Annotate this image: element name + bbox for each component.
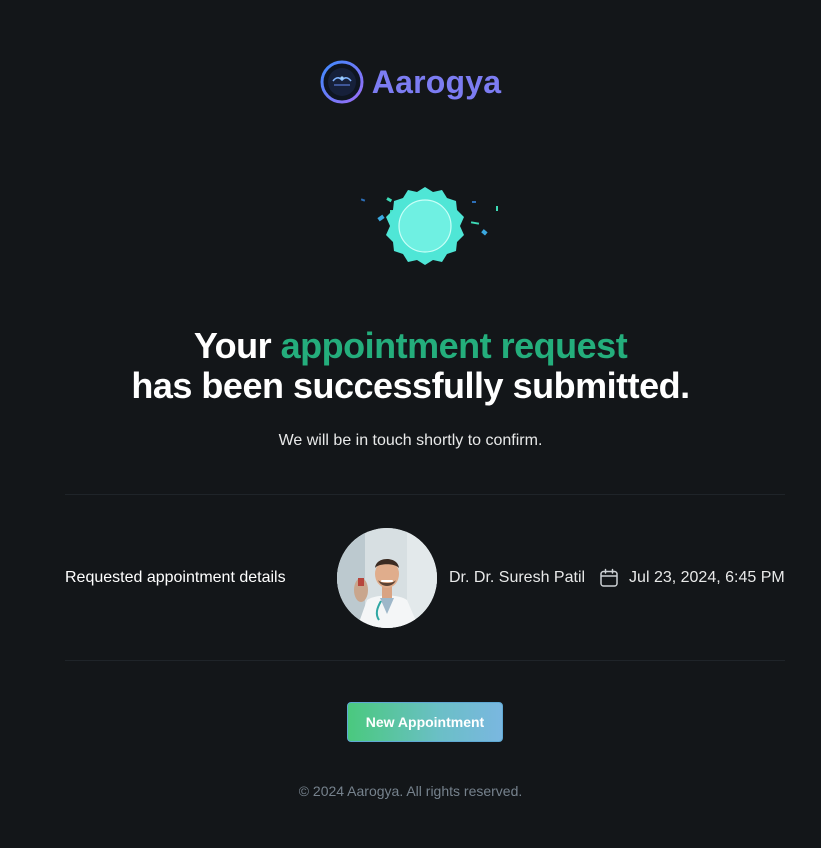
brand-header[interactable]: Aarogya	[0, 60, 821, 104]
confetti-icon	[496, 206, 498, 211]
success-headline: Your appointment request has been succes…	[0, 326, 821, 406]
confirmation-subtext: We will be in touch shortly to confirm.	[278, 432, 543, 449]
confetti-icon	[481, 229, 488, 236]
appointment-details: Requested appointment details Dr. Dr. Su…	[65, 527, 785, 628]
headline-prefix: Your	[193, 325, 281, 366]
brand-name: Aarogya	[371, 63, 502, 100]
divider	[65, 494, 785, 495]
success-badge-icon	[360, 187, 498, 265]
doctor-photo	[337, 527, 437, 628]
appointment-date-text: Jul 23, 2024, 6:45 PM	[629, 568, 785, 586]
divider	[65, 660, 785, 661]
doctor-name: Dr. Dr. Suresh Patil	[449, 568, 586, 586]
appointment-success-page: Aarogya Your appointment request has bee…	[0, 0, 821, 848]
confetti-icon	[360, 198, 366, 202]
confetti-icon	[472, 201, 476, 203]
confetti-icon	[470, 221, 480, 225]
footer-copyright: © 2024 Aarogya. All rights reserved.	[298, 783, 523, 799]
headline-accent: appointment request	[280, 325, 628, 366]
confetti-icon	[377, 214, 385, 222]
new-appointment-button[interactable]: New Appointment	[347, 702, 503, 742]
doctor-avatar	[337, 527, 437, 628]
confetti-icon	[386, 197, 393, 203]
appointment-datetime: Jul 23, 2024, 6:45 PM	[599, 568, 785, 588]
calendar-icon	[600, 568, 618, 587]
aarogya-logo-icon	[320, 60, 364, 104]
details-label: Requested appointment details	[65, 568, 286, 586]
headline-suffix: has been successfully submitted.	[131, 365, 690, 406]
